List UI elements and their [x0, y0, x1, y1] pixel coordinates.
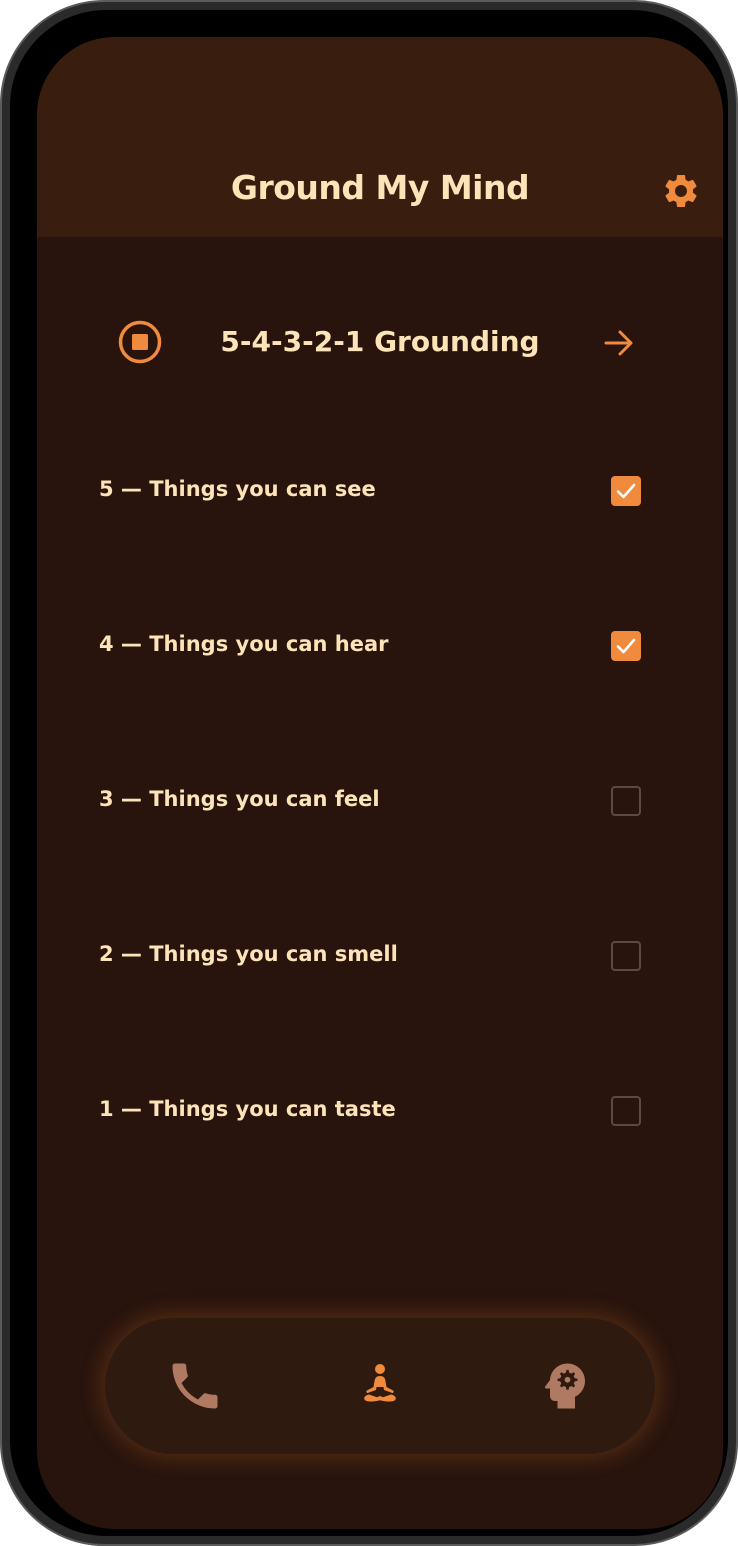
phone-icon	[172, 1363, 218, 1409]
step-checkbox-hear[interactable]	[611, 631, 641, 661]
nav-grounding-button[interactable]	[350, 1356, 410, 1416]
step-label: 3 — Things you can feel	[99, 787, 380, 811]
gear-icon	[665, 175, 697, 207]
check-icon	[616, 638, 636, 654]
stop-exercise-button[interactable]	[117, 319, 163, 365]
step-label: 1 — Things you can taste	[99, 1097, 396, 1121]
step-checkbox-see[interactable]	[611, 476, 641, 506]
step-checkbox-feel[interactable]	[611, 786, 641, 816]
settings-button[interactable]	[661, 171, 701, 211]
nav-mind-button[interactable]	[535, 1356, 595, 1416]
device-frame: Ground My Mind 5-4-3-2-1 Grounding 5 — T…	[0, 0, 738, 1546]
step-label: 5 — Things you can see	[99, 477, 376, 501]
app-header: Ground My Mind	[37, 37, 723, 237]
app-screen: Ground My Mind 5-4-3-2-1 Grounding 5 — T…	[37, 37, 723, 1529]
nav-call-button[interactable]	[165, 1356, 225, 1416]
app-title: Ground My Mind	[230, 168, 530, 207]
step-row-smell: 2 — Things you can smell	[37, 922, 723, 1077]
device-bezel: Ground My Mind 5-4-3-2-1 Grounding 5 — T…	[10, 10, 728, 1536]
grounding-steps-list: 5 — Things you can see 4 — Things you ca…	[37, 457, 723, 1232]
mind-settings-icon	[544, 1363, 585, 1409]
step-row-taste: 1 — Things you can taste	[37, 1077, 723, 1232]
exercise-bar: 5-4-3-2-1 Grounding	[37, 317, 723, 367]
step-row-hear: 4 — Things you can hear	[37, 612, 723, 767]
meditation-icon	[364, 1364, 396, 1402]
exercise-title: 5-4-3-2-1 Grounding	[220, 325, 540, 358]
next-exercise-button[interactable]	[601, 325, 637, 361]
step-label: 4 — Things you can hear	[99, 632, 389, 656]
step-label: 2 — Things you can smell	[99, 942, 398, 966]
bottom-nav	[105, 1318, 655, 1454]
arrow-right-icon	[604, 330, 633, 356]
step-checkbox-smell[interactable]	[611, 941, 641, 971]
stop-circle-icon	[118, 320, 162, 364]
check-icon	[616, 483, 636, 499]
step-checkbox-taste[interactable]	[611, 1096, 641, 1126]
step-row-feel: 3 — Things you can feel	[37, 767, 723, 922]
step-row-see: 5 — Things you can see	[37, 457, 723, 612]
